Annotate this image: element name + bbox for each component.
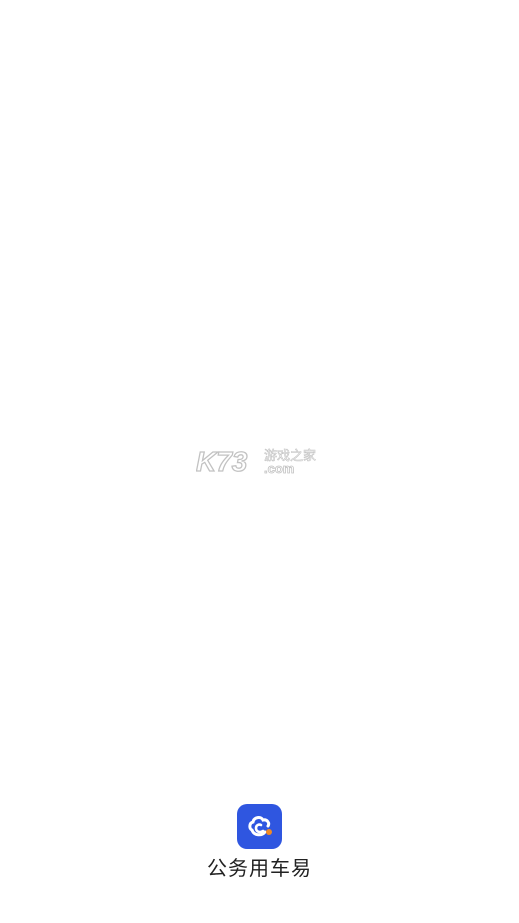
watermark-domain: .com — [264, 461, 294, 476]
watermark-brand: K73 — [196, 446, 248, 476]
app-name: 公务用车易 — [207, 856, 312, 880]
app-branding: 公务用车易 — [0, 804, 519, 881]
splash-screen: K73 游戏之家 .com 公务用车易 — [0, 0, 519, 923]
watermark-logo: K73 游戏之家 .com — [196, 446, 324, 476]
cloud-car-icon — [237, 804, 282, 849]
